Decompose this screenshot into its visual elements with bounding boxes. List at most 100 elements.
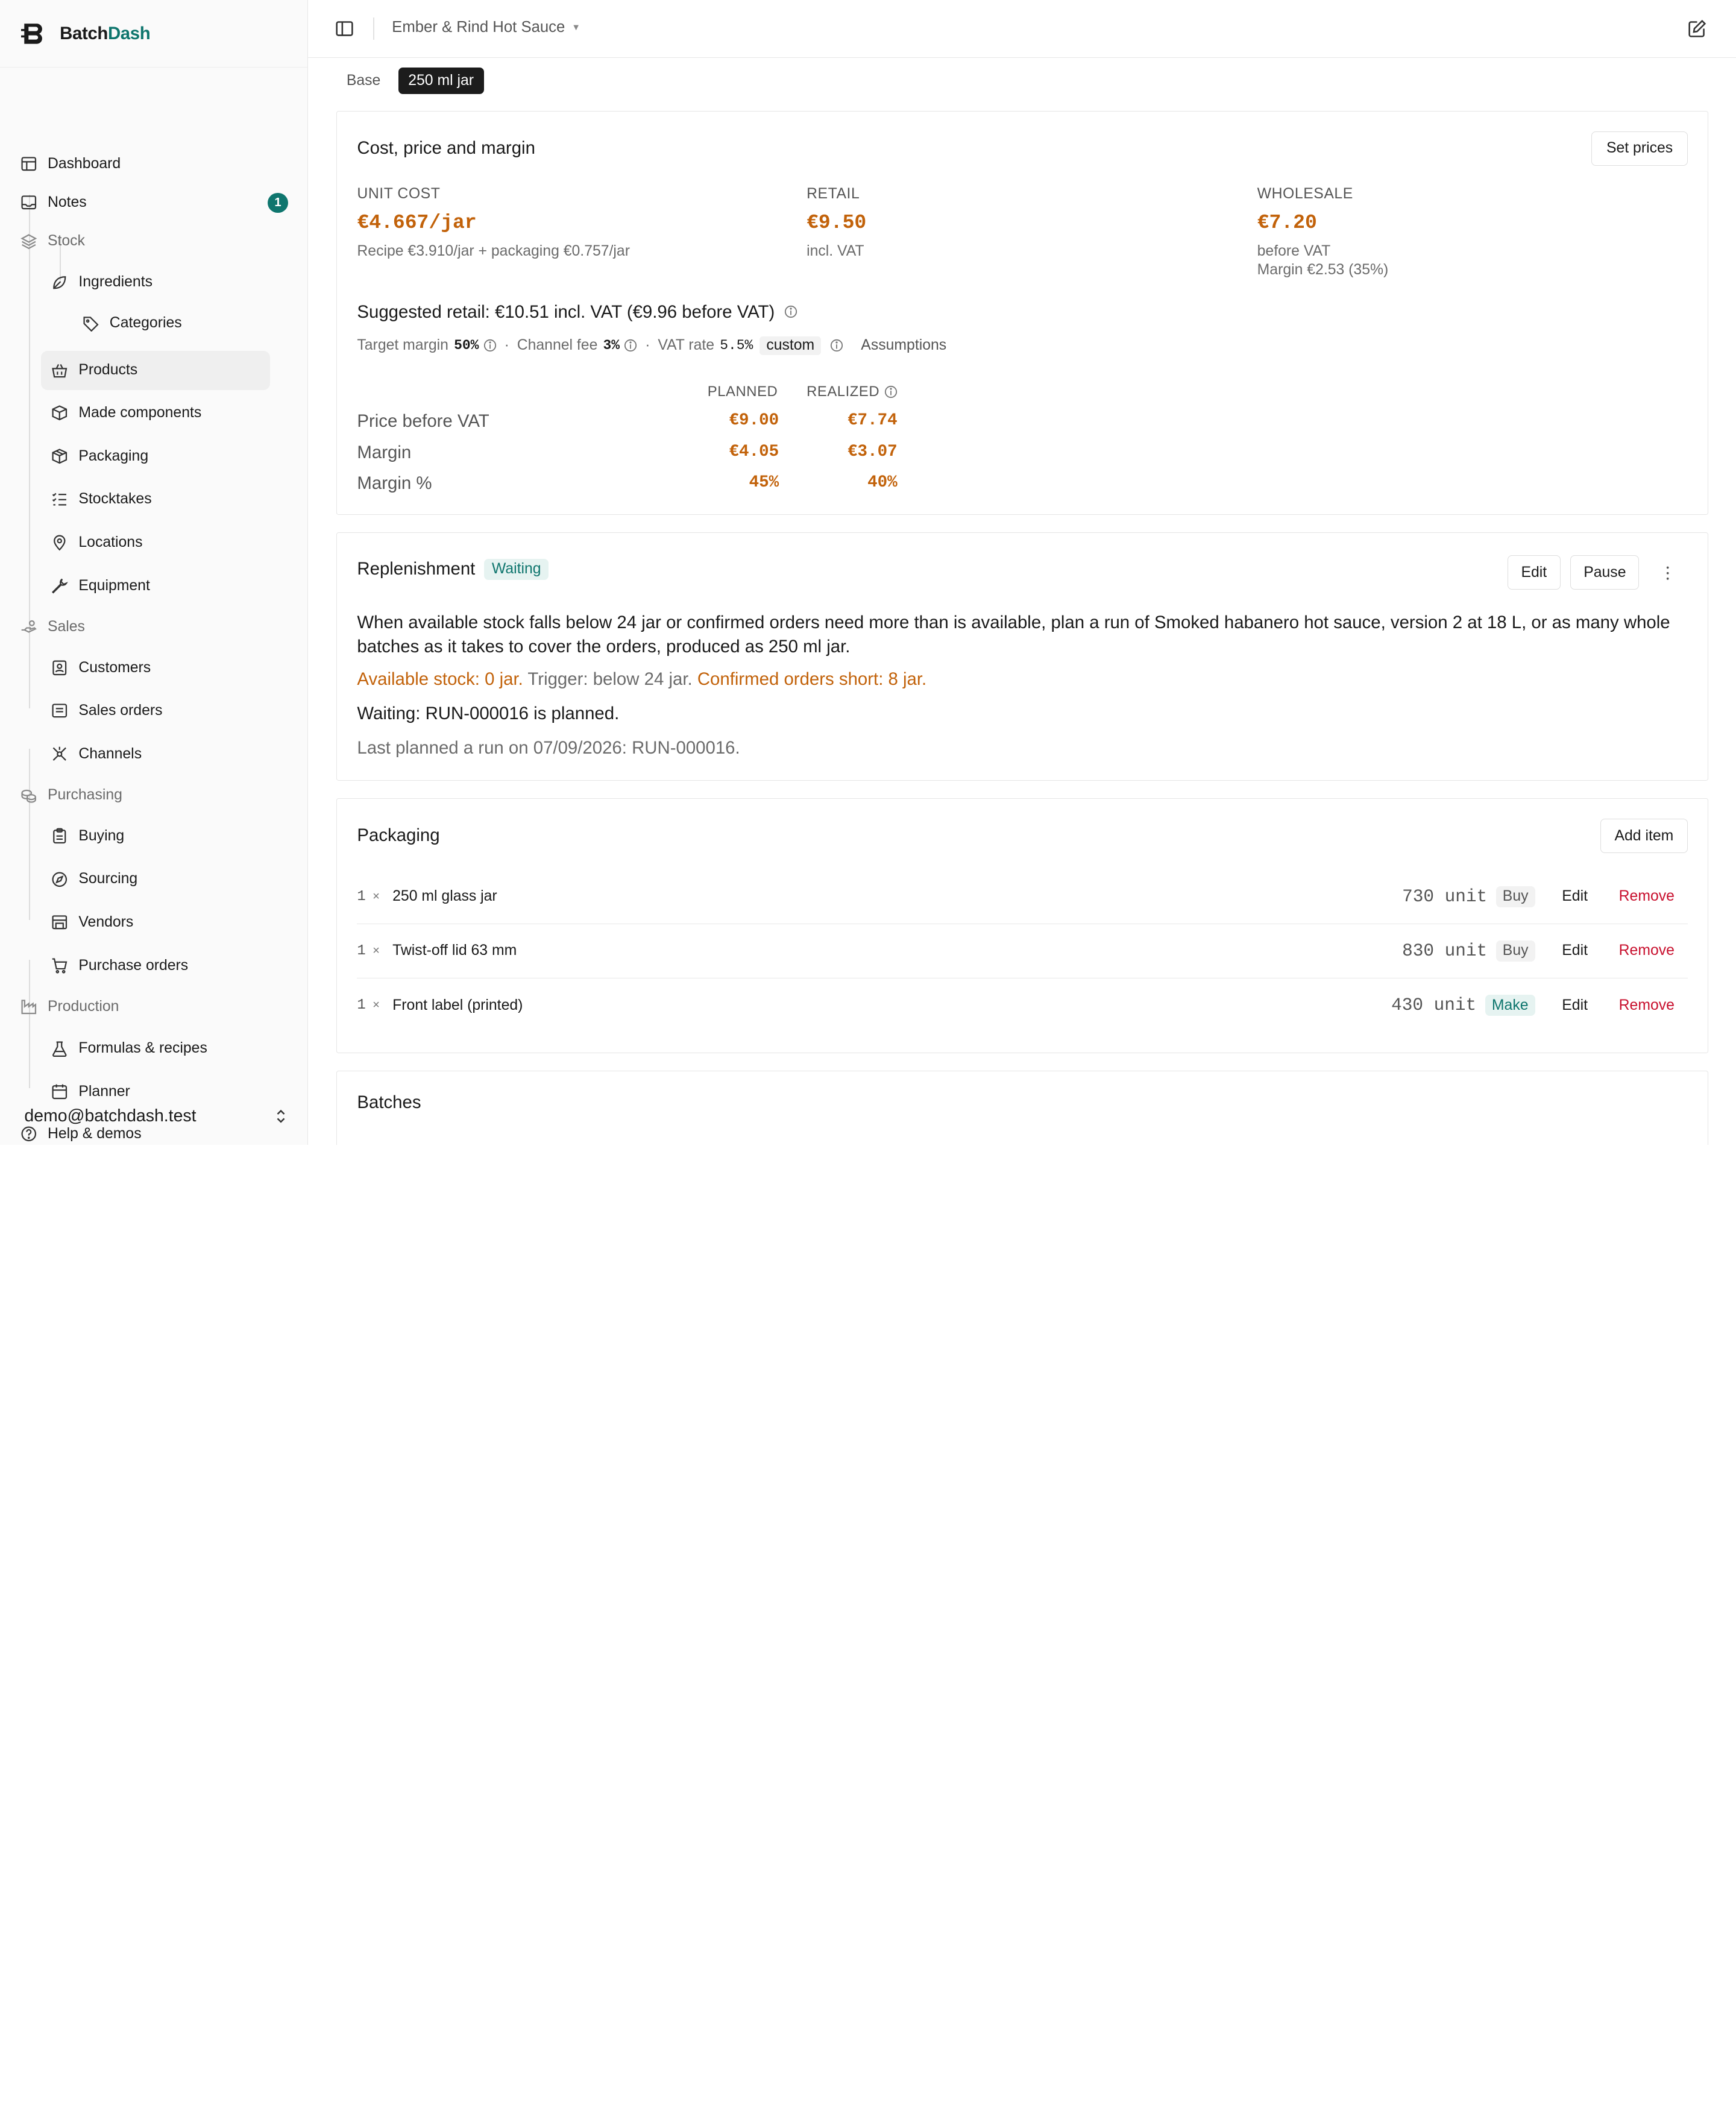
notes-count-badge: 1 — [268, 192, 288, 213]
sidebar-item-buying[interactable]: Buying — [51, 817, 268, 854]
channel-fee-value: 3% — [603, 338, 620, 354]
list-item: 1 × 250 ml glass jar 730 unit Buy Edit R… — [357, 870, 1688, 924]
remove-button[interactable]: Remove — [1608, 888, 1688, 905]
list-item: 1 × Twist-off lid 63 mm 830 unit Buy Edi… — [357, 924, 1688, 978]
vat-custom-tag: custom — [760, 336, 822, 356]
sidebar-item-label: Purchasing — [47, 786, 122, 803]
assumptions-link[interactable]: Assumptions — [861, 337, 946, 354]
sidebar-item-label: Packaging — [78, 447, 149, 464]
sidebar-item-label: Channels — [78, 745, 142, 762]
sidebar-item-channels[interactable]: Channels — [51, 735, 268, 773]
sidebar-item-made-components[interactable]: Made components — [51, 394, 268, 432]
sidebar-item-customers[interactable]: Customers — [51, 649, 268, 686]
sidebar-group-sales[interactable]: Sales — [20, 608, 268, 645]
sidebar-item-purchase-orders[interactable]: Purchase orders — [51, 946, 268, 984]
package-icon — [51, 447, 68, 465]
pause-replenishment-button[interactable]: Pause — [1570, 555, 1640, 590]
more-vertical-icon[interactable] — [1659, 564, 1676, 582]
vat-rate-label: VAT rate — [658, 337, 715, 354]
breadcrumb-label: Ember & Rind Hot Sauce — [392, 19, 565, 36]
packaging-name: Front label (printed) — [392, 997, 523, 1013]
sidebar-nav: Dashboard Notes 1 Stock Ingredients Cate… — [0, 68, 307, 1142]
sidebar-item-ingredients[interactable]: Ingredients — [51, 263, 268, 301]
packaging-name: Twist-off lid 63 mm — [392, 942, 517, 959]
times-icon: × — [373, 943, 380, 957]
wrench-icon — [51, 577, 68, 594]
chevrons-up-down-icon — [277, 1109, 285, 1123]
sidebar-item-label: Planner — [78, 1083, 130, 1100]
batches-card: Batches — [336, 1071, 1708, 1145]
sidebar-item-notes[interactable]: Notes 1 — [20, 184, 288, 221]
vat-rate-value: 5.5% — [720, 338, 753, 354]
replenishment-description: When available stock falls below 24 jar … — [357, 613, 1670, 657]
row-planned: 45% — [749, 473, 779, 493]
cart-icon — [51, 957, 68, 974]
sidebar-item-products[interactable]: Products — [40, 351, 271, 390]
wholesale-value: €7.20 — [1257, 210, 1317, 234]
edit-icon[interactable] — [1687, 19, 1707, 39]
packaging-stock: 430 unit — [1391, 995, 1477, 1016]
edit-replenishment-button[interactable]: Edit — [1507, 555, 1561, 590]
sidebar-item-label: Notes — [47, 194, 87, 211]
remove-button[interactable]: Remove — [1608, 997, 1688, 1014]
remove-button[interactable]: Remove — [1608, 942, 1688, 959]
sidebar-item-categories[interactable]: Categories — [82, 304, 268, 342]
brand[interactable]: BatchDash — [0, 0, 307, 68]
sidebar-item-label: Customers — [78, 659, 151, 676]
sidebar-item-formulas-recipes[interactable]: Formulas & recipes — [51, 1030, 268, 1067]
sidebar-item-sourcing[interactable]: Sourcing — [51, 860, 268, 898]
sidebar-item-label: Made components — [78, 405, 202, 421]
edit-button[interactable]: Edit — [1542, 942, 1608, 959]
sidebar-item-locations[interactable]: Locations — [51, 524, 268, 561]
tag-icon — [82, 315, 99, 332]
info-icon[interactable] — [784, 305, 797, 318]
sidebar-toggle-icon[interactable] — [335, 19, 354, 39]
sidebar-item-sales-orders[interactable]: Sales orders — [51, 692, 268, 729]
sidebar-item-stocktakes[interactable]: Stocktakes — [51, 480, 268, 518]
sidebar-item-label: Equipment — [78, 577, 150, 594]
info-icon[interactable] — [483, 339, 497, 352]
sidebar-item-label: Purchase orders — [78, 957, 189, 974]
row-label: Margin — [357, 442, 412, 462]
sidebar-group-production[interactable]: Production — [20, 987, 268, 1025]
row-planned: €4.05 — [729, 442, 779, 461]
add-item-button[interactable]: Add item — [1600, 819, 1688, 854]
sidebar-item-label: Dashboard — [47, 155, 121, 172]
sidebar-item-packaging[interactable]: Packaging — [51, 437, 268, 474]
edit-button[interactable]: Edit — [1542, 888, 1608, 905]
unit-cost-label: UNIT COST — [357, 185, 441, 202]
suggested-retail-text: Suggested retail: €10.51 incl. VAT (€9.9… — [357, 301, 775, 322]
edit-button[interactable]: Edit — [1542, 997, 1608, 1014]
assumptions-row: Target margin 50% · Channel fee 3% · VAT… — [357, 336, 946, 356]
product-breadcrumb[interactable]: Ember & Rind Hot Sauce ▼ — [392, 19, 580, 36]
info-icon[interactable] — [624, 339, 637, 352]
batches-title: Batches — [357, 1092, 421, 1112]
leaf-icon — [51, 274, 68, 291]
sidebar-group-stock[interactable]: Stock — [20, 222, 268, 260]
table-row: Price before VAT €9.00 €7.74 — [357, 411, 899, 442]
confirmed-orders-short: Confirmed orders short: 8 jar. — [697, 669, 927, 690]
wholesale-label: WHOLESALE — [1257, 185, 1353, 202]
unit-cost-value: €4.667/jar — [357, 210, 477, 234]
row-realized: €3.07 — [848, 442, 898, 461]
layers-icon — [20, 233, 37, 250]
sidebar-item-dashboard[interactable]: Dashboard — [20, 145, 268, 183]
sidebar-item-label: Buying — [78, 827, 125, 844]
user-menu[interactable]: demo@batchdash.test — [24, 1098, 287, 1134]
set-prices-button[interactable]: Set prices — [1591, 131, 1688, 166]
sidebar-item-label: Sales — [47, 618, 85, 635]
sidebar-item-equipment[interactable]: Equipment — [51, 567, 268, 604]
packaging-actions: 830 unit Buy Edit Remove — [1402, 940, 1688, 962]
row-label: Price before VAT — [357, 411, 489, 432]
app-root: BatchDash Dashboard Notes 1 Stock Ingred… — [0, 0, 1736, 1145]
info-icon[interactable] — [884, 385, 898, 398]
tab-base[interactable]: Base — [336, 68, 380, 94]
sidebar-item-label: Vendors — [78, 913, 134, 930]
sidebar-item-vendors[interactable]: Vendors — [51, 904, 268, 941]
map-pin-icon — [51, 534, 68, 551]
info-icon[interactable] — [830, 339, 843, 352]
sidebar-group-purchasing[interactable]: Purchasing — [20, 776, 268, 814]
sidebar-item-label: Categories — [109, 315, 182, 332]
tab-250ml-jar[interactable]: 250 ml jar — [398, 68, 484, 95]
packaging-card: Packaging Add item 1 × 250 ml glass jar … — [336, 798, 1708, 1053]
